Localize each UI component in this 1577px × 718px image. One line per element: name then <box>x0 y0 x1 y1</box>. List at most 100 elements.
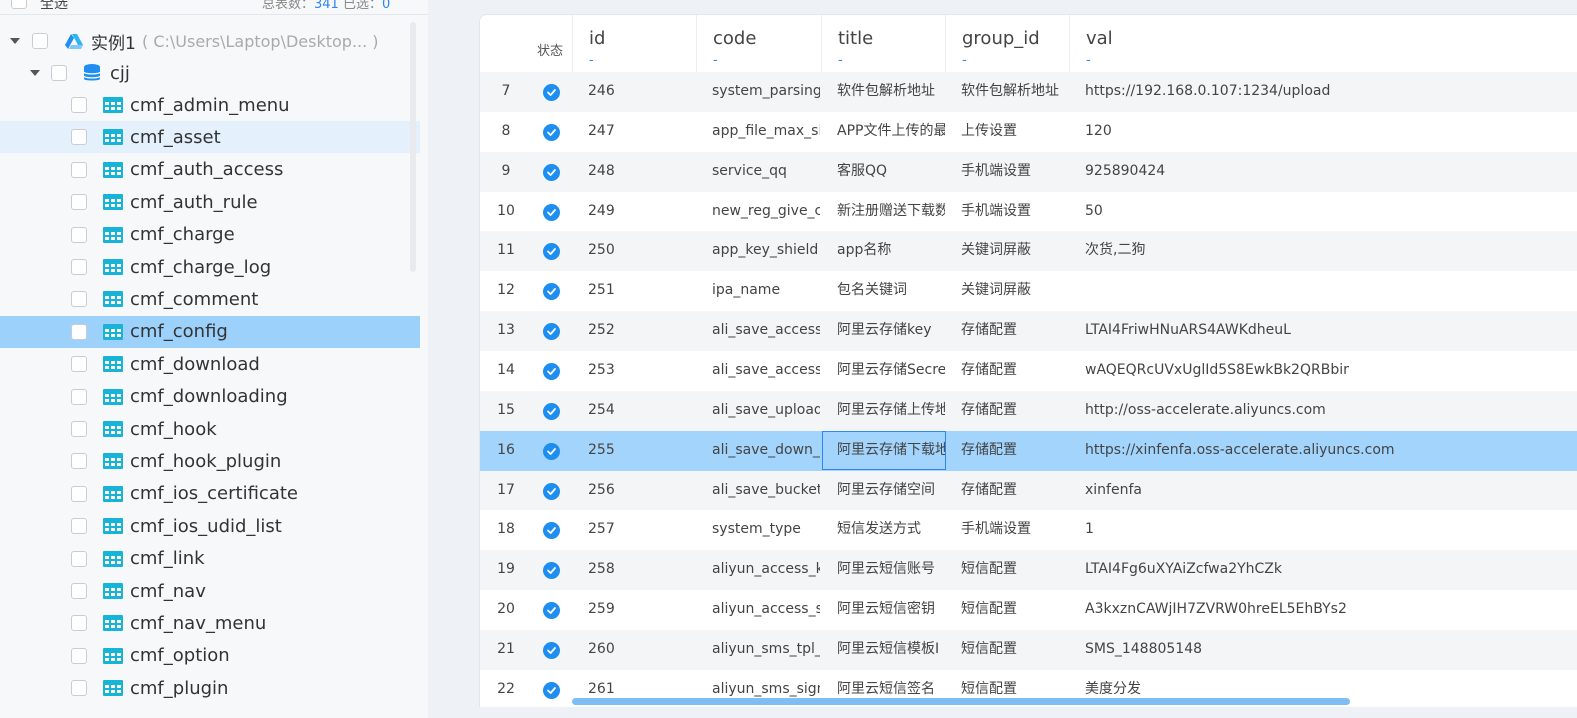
cell-id[interactable]: 257 <box>588 510 696 550</box>
table-row[interactable]: 21 260 aliyun_sms_tpl_ic 阿里云短信模板I 短信配置 SMS_14… <box>480 629 1577 670</box>
row-number[interactable]: 19 <box>480 550 532 590</box>
cell-val[interactable]: 次货,二狗 <box>1085 231 1565 271</box>
cell-title[interactable]: 阿里云存储Secret <box>837 351 945 391</box>
tree-table-item[interactable]: cmf_option <box>0 640 420 672</box>
cell-code[interactable]: app_key_shield <box>712 231 820 271</box>
cell-val[interactable]: https://192.168.0.107:1234/upload <box>1085 72 1565 112</box>
cell-id[interactable]: 253 <box>588 351 696 391</box>
cell-val[interactable]: LTAI4FriwHNuARS4AWKdheuL <box>1085 311 1565 351</box>
tree-table-item[interactable]: cmf_ios_certificate <box>0 478 420 510</box>
cell-id[interactable]: 247 <box>588 112 696 152</box>
row-number[interactable]: 7 <box>480 72 532 112</box>
cell-title[interactable]: 新注册赠送下载数 <box>837 192 945 232</box>
tree-table-item[interactable]: cmf_hook <box>0 413 420 445</box>
cell-group-id[interactable]: 关键词屏蔽 <box>961 231 1069 271</box>
cell-group-id[interactable]: 上传设置 <box>961 112 1069 152</box>
tree-table-item[interactable]: cmf_asset <box>0 121 420 154</box>
tree-table-item[interactable]: cmf_ios_udid_list <box>0 510 420 542</box>
table-checkbox[interactable] <box>71 194 87 211</box>
cell-val[interactable]: 50 <box>1085 192 1565 232</box>
table-checkbox[interactable] <box>71 129 87 146</box>
horizontal-scrollbar-thumb[interactable] <box>572 698 1350 705</box>
table-checkbox[interactable] <box>71 518 87 535</box>
cell-val[interactable]: http://oss-accelerate.aliyuncs.com <box>1085 391 1565 431</box>
cell-code[interactable]: ali_save_upload_ <box>712 391 820 431</box>
table-checkbox[interactable] <box>71 680 87 697</box>
row-number[interactable]: 22 <box>480 670 532 707</box>
table-checkbox[interactable] <box>71 453 87 470</box>
cell-title[interactable]: 阿里云短信账号 <box>837 550 945 590</box>
cell-val[interactable]: https://xinfenfa.oss-accelerate.aliyuncs… <box>1085 431 1565 471</box>
cell-id[interactable]: 249 <box>588 192 696 232</box>
cell-id[interactable]: 259 <box>588 590 696 630</box>
cell-id[interactable]: 255 <box>588 431 696 471</box>
cell-title[interactable]: 软件包解析地址 <box>837 72 945 112</box>
tree-table-item[interactable]: cmf_charge_log <box>0 251 420 283</box>
cell-code[interactable]: system_parsing <box>712 72 820 112</box>
row-number[interactable]: 10 <box>480 192 532 232</box>
tree-table-item[interactable]: cmf_downloading <box>0 381 420 413</box>
cell-code[interactable]: ali_save_down_u <box>712 431 820 471</box>
cell-code[interactable]: ali_save_access_s <box>712 351 820 391</box>
expand-caret-icon[interactable] <box>10 38 20 44</box>
tree-instance-node[interactable]: 实例1 ( C:\Users\Laptop\Desktop... ) <box>0 25 420 57</box>
table-checkbox[interactable] <box>71 583 87 599</box>
cell-code[interactable]: aliyun_access_se <box>712 590 820 630</box>
cell-title[interactable]: 客服QQ <box>837 152 945 192</box>
table-checkbox[interactable] <box>71 97 87 113</box>
cell-id[interactable]: 251 <box>588 271 696 311</box>
table-checkbox[interactable] <box>71 615 87 632</box>
cell-title[interactable]: 阿里云存储上传地 <box>837 391 945 431</box>
cell-group-id[interactable]: 短信配置 <box>961 550 1069 590</box>
table-checkbox[interactable] <box>71 226 87 243</box>
select-all-checkbox[interactable] <box>11 0 27 9</box>
cell-group-id[interactable]: 手机端设置 <box>961 192 1069 232</box>
cell-val[interactable] <box>1085 271 1565 311</box>
tree-table-item[interactable]: cmf_comment <box>0 283 420 315</box>
cell-val[interactable]: SMS_148805148 <box>1085 630 1565 670</box>
cell-title[interactable]: 包名关键词 <box>837 271 945 311</box>
row-number[interactable]: 9 <box>480 152 532 192</box>
database-checkbox[interactable] <box>51 65 67 81</box>
cell-code[interactable]: new_reg_give_cc <box>712 192 820 232</box>
cell-title[interactable]: 阿里云存储空间 <box>837 471 945 511</box>
instance-checkbox[interactable] <box>32 33 48 49</box>
tree-table-item[interactable]: cmf_config <box>0 315 420 348</box>
cell-code[interactable]: app_file_max_siz <box>712 112 820 152</box>
cell-id[interactable]: 248 <box>588 152 696 192</box>
table-checkbox[interactable] <box>71 421 87 437</box>
row-number[interactable]: 18 <box>480 510 532 550</box>
cell-group-id[interactable]: 存储配置 <box>961 391 1069 431</box>
cell-code[interactable]: ipa_name <box>712 271 820 311</box>
tree-table-item[interactable]: cmf_plugin <box>0 672 420 704</box>
cell-title[interactable]: 阿里云短信密钥 <box>837 590 945 630</box>
row-number[interactable]: 11 <box>480 231 532 271</box>
table-checkbox[interactable] <box>71 647 87 664</box>
row-number[interactable]: 16 <box>480 431 532 471</box>
tree-scrollbar[interactable] <box>410 22 416 272</box>
cell-group-id[interactable]: 短信配置 <box>961 630 1069 670</box>
table-row[interactable]: 15 254 ali_save_upload_ 阿里云存储上传地 存储配置 http://… <box>480 390 1577 431</box>
table-checkbox[interactable] <box>71 485 87 502</box>
cell-id[interactable]: 246 <box>588 72 696 112</box>
tree-table-item[interactable]: cmf_admin_menu <box>0 89 420 121</box>
cell-id[interactable]: 254 <box>588 391 696 431</box>
table-row[interactable]: 18 257 system_type 短信发送方式 手机端设置 1 <box>480 510 1577 551</box>
row-number[interactable]: 15 <box>480 391 532 431</box>
cell-group-id[interactable]: 存储配置 <box>961 311 1069 351</box>
tree-table-item[interactable]: cmf_auth_access <box>0 154 420 186</box>
table-checkbox[interactable] <box>71 388 87 405</box>
tree-table-item[interactable]: cmf_auth_rule <box>0 186 420 218</box>
cell-code[interactable]: service_qq <box>712 152 820 192</box>
row-number[interactable]: 14 <box>480 351 532 391</box>
table-row[interactable]: 12 251 ipa_name 包名关键词 关键词屏蔽 <box>480 271 1577 312</box>
cell-group-id[interactable]: 关键词屏蔽 <box>961 271 1069 311</box>
table-row[interactable]: 10 249 new_reg_give_cc 新注册赠送下载数 手机端设置 50 <box>480 191 1577 232</box>
cell-id[interactable]: 258 <box>588 550 696 590</box>
table-checkbox[interactable] <box>71 291 87 308</box>
row-number[interactable]: 13 <box>480 311 532 351</box>
cell-val[interactable]: A3kxznCAWjIH7ZVRW0hreEL5EhBYs2 <box>1085 590 1565 630</box>
cell-title[interactable]: 阿里云存储key <box>837 311 945 351</box>
table-row[interactable]: 19 258 aliyun_access_ke 阿里云短信账号 短信配置 LTAI4Fg6… <box>480 550 1577 591</box>
cell-title[interactable]: APP文件上传的最大 <box>837 112 945 152</box>
